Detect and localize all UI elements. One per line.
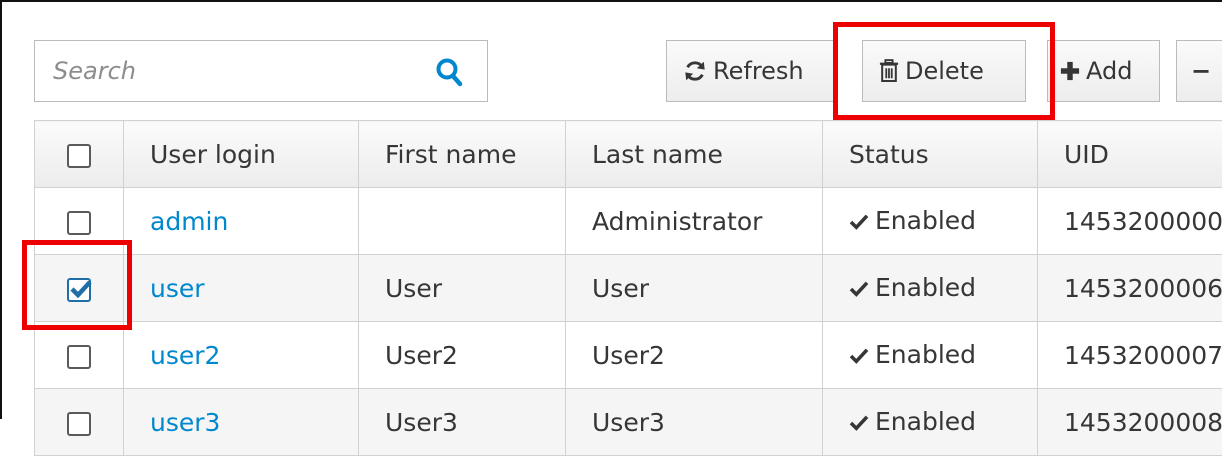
status-cell: Enabled <box>823 188 1038 255</box>
plus-icon <box>1060 61 1080 81</box>
check-icon <box>849 341 869 370</box>
column-header-user-login[interactable]: User login <box>124 121 359 188</box>
table-row: user3 User3 User3 Enabled 1453200008 <box>35 389 1222 456</box>
status-text: Enabled <box>875 407 976 436</box>
uid-cell: 1453200006 <box>1038 255 1222 322</box>
uid-cell: 1453200000 <box>1038 188 1222 255</box>
remove-button[interactable]: − <box>1176 40 1222 102</box>
select-all-checkbox[interactable] <box>67 144 91 168</box>
table-row: admin Administrator Enabled 1453200000 <box>35 188 1222 255</box>
first-name-cell <box>359 188 566 255</box>
row-select-cell <box>35 322 124 389</box>
search-box[interactable] <box>34 40 488 102</box>
add-button[interactable]: Add <box>1047 40 1160 102</box>
check-icon <box>849 408 869 437</box>
last-name-cell: User2 <box>566 322 823 389</box>
column-header-first-name[interactable]: First name <box>359 121 566 188</box>
status-cell: Enabled <box>823 389 1038 456</box>
status-text: Enabled <box>875 273 976 302</box>
user-login-link[interactable]: user3 <box>124 389 359 456</box>
status-cell: Enabled <box>823 255 1038 322</box>
search-input[interactable] <box>35 41 433 101</box>
row-select-cell <box>35 255 124 322</box>
first-name-cell: User2 <box>359 322 566 389</box>
user-login-link[interactable]: user <box>124 255 359 322</box>
first-name-cell: User3 <box>359 389 566 456</box>
trash-icon <box>879 59 899 83</box>
check-icon <box>849 207 869 236</box>
uid-cell: 1453200007 <box>1038 322 1222 389</box>
status-cell: Enabled <box>823 322 1038 389</box>
minus-icon: − <box>1191 57 1211 85</box>
check-icon <box>849 274 869 303</box>
last-name-cell: User <box>566 255 823 322</box>
first-name-cell: User <box>359 255 566 322</box>
row-select-cell <box>35 188 124 255</box>
column-header-uid[interactable]: UID <box>1038 121 1222 188</box>
status-text: Enabled <box>875 340 976 369</box>
add-label: Add <box>1086 57 1132 85</box>
select-all-cell <box>35 121 124 188</box>
users-table: User login First name Last name Status U… <box>34 120 1222 456</box>
uid-cell: 1453200008 <box>1038 389 1222 456</box>
delete-label: Delete <box>905 57 984 85</box>
row-checkbox-checked[interactable] <box>67 278 91 302</box>
user-login-link[interactable]: user2 <box>124 322 359 389</box>
row-select-cell <box>35 389 124 456</box>
last-name-cell: Administrator <box>566 188 823 255</box>
row-checkbox[interactable] <box>67 345 91 369</box>
last-name-cell: User3 <box>566 389 823 456</box>
table-row: user User User Enabled 1453200006 <box>35 255 1222 322</box>
column-header-status[interactable]: Status <box>823 121 1038 188</box>
column-header-last-name[interactable]: Last name <box>566 121 823 188</box>
refresh-label: Refresh <box>713 57 804 85</box>
user-login-link[interactable]: admin <box>124 188 359 255</box>
row-checkbox[interactable] <box>67 412 91 436</box>
table-row: user2 User2 User2 Enabled 1453200007 <box>35 322 1222 389</box>
delete-button[interactable]: Delete <box>862 40 1026 102</box>
refresh-icon <box>683 59 707 83</box>
refresh-button[interactable]: Refresh <box>666 40 834 102</box>
table-header-row: User login First name Last name Status U… <box>35 121 1222 188</box>
search-icon[interactable] <box>435 57 463 87</box>
row-checkbox[interactable] <box>67 211 91 235</box>
status-text: Enabled <box>875 206 976 235</box>
